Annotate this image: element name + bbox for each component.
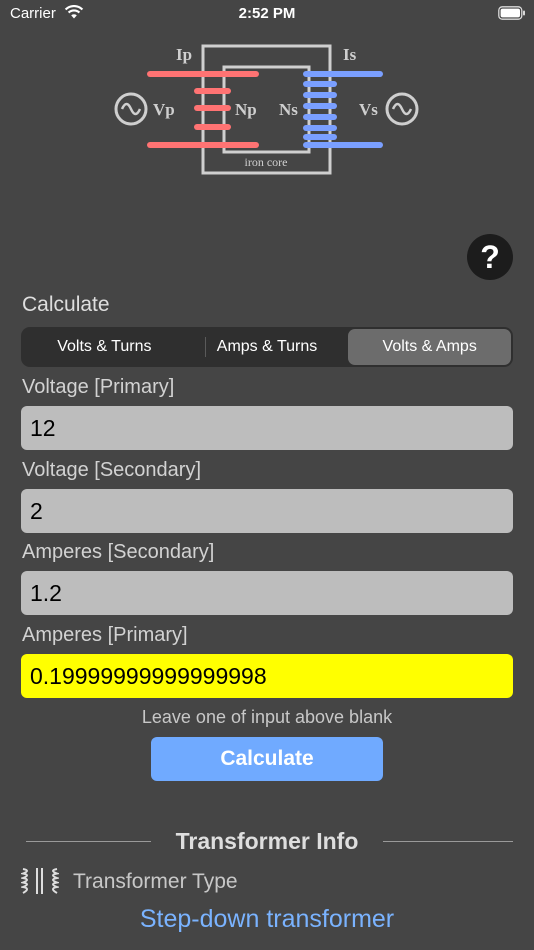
status-bar: Carrier 2:52 PM bbox=[0, 0, 534, 30]
transformer-diagram: Ip Is Vp Vs Np Ns iron core bbox=[114, 44, 419, 175]
battery-icon bbox=[498, 6, 525, 20]
calculate-title: Calculate bbox=[22, 293, 110, 316]
transformer-info-header: Transformer Info bbox=[0, 828, 534, 856]
tab-volts-amps[interactable]: Volts & Amps bbox=[348, 329, 512, 365]
amperes-secondary-label: Amperes [Secondary] bbox=[22, 541, 215, 563]
hint-text: Leave one of input above blank bbox=[141, 707, 393, 727]
secondary-ac-source-icon bbox=[385, 92, 419, 126]
tab-amps-turns[interactable]: Amps & Turns bbox=[186, 329, 349, 365]
label-ip: Ip bbox=[176, 45, 192, 64]
transformer-type-label: Transformer Type bbox=[73, 870, 238, 893]
amperes-primary-result[interactable]: 0.19999999999999998 bbox=[21, 654, 513, 698]
status-time: 2:52 PM bbox=[238, 5, 296, 22]
tab-volts-turns[interactable]: Volts & Turns bbox=[23, 329, 186, 365]
label-ns: Ns bbox=[279, 100, 298, 119]
label-vp: Vp bbox=[153, 100, 175, 119]
label-vs: Vs bbox=[359, 100, 378, 119]
transformer-type-icon bbox=[21, 868, 59, 894]
mode-segmented-control: Volts & Turns Amps & Turns Volts & Amps bbox=[21, 327, 513, 367]
primary-ac-source-icon bbox=[114, 92, 148, 126]
label-np: Np bbox=[235, 100, 257, 119]
label-is: Is bbox=[343, 45, 357, 64]
divider-right bbox=[383, 841, 513, 842]
voltage-secondary-input[interactable]: 2 bbox=[21, 489, 513, 533]
segment-divider bbox=[205, 337, 206, 357]
amperes-secondary-input[interactable]: 1.2 bbox=[21, 571, 513, 615]
transformer-type-value: Step-down transformer bbox=[139, 905, 395, 933]
help-button[interactable]: ? bbox=[467, 234, 513, 280]
amperes-primary-label: Amperes [Primary] bbox=[22, 624, 188, 646]
voltage-primary-label: Voltage [Primary] bbox=[22, 376, 175, 398]
calculate-button[interactable]: Calculate bbox=[151, 737, 383, 781]
voltage-primary-input[interactable]: 12 bbox=[21, 406, 513, 450]
label-iron-core: iron core bbox=[245, 155, 288, 169]
voltage-secondary-label: Voltage [Secondary] bbox=[22, 459, 202, 481]
